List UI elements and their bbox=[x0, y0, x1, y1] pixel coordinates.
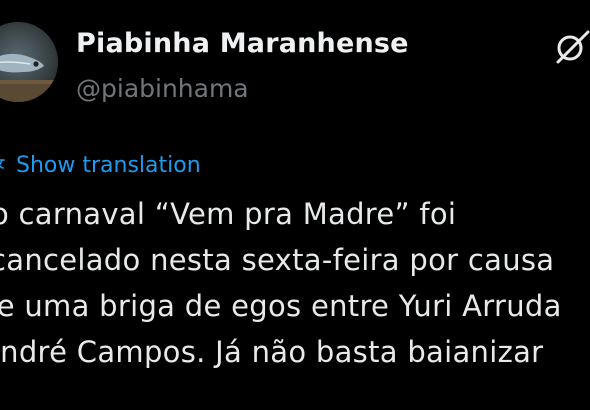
avatar[interactable] bbox=[0, 22, 58, 102]
show-translation-label: Show translation bbox=[16, 152, 201, 178]
tweet-line: cancelado nesta sexta-feira por causa bbox=[0, 243, 555, 277]
tweet-line: de uma briga de egos entre Yuri Arruda bbox=[0, 289, 562, 323]
fish-avatar-image bbox=[0, 22, 58, 102]
translate-icon bbox=[0, 159, 5, 169]
tweet-line: o carnaval “Vem pra Madre” foi bbox=[0, 197, 457, 231]
tweet-card: Piabinha Maranhense @piabinhama Show tra… bbox=[0, 0, 590, 410]
grok-icon[interactable] bbox=[552, 28, 590, 66]
show-translation-link[interactable]: Show translation bbox=[0, 150, 201, 180]
author-display-name[interactable]: Piabinha Maranhense bbox=[76, 28, 409, 59]
tweet-line: André Campos. Já não basta baianizar bbox=[0, 335, 544, 369]
author-handle[interactable]: @piabinhama bbox=[76, 74, 249, 103]
